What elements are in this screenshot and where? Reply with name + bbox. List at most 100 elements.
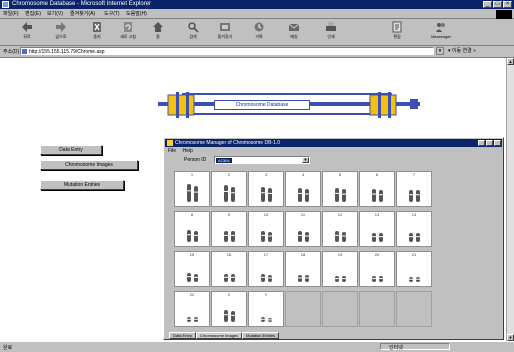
chromosome-number: 3 bbox=[264, 172, 268, 177]
mail-icon bbox=[288, 23, 300, 31]
dialog-close-button[interactable] bbox=[494, 140, 501, 146]
chromosome-pair-image bbox=[187, 184, 198, 202]
chromosome-cell-7[interactable]: 7 bbox=[396, 171, 432, 207]
chromosome-number: 15 bbox=[189, 252, 195, 257]
home-button[interactable]: 홈 bbox=[145, 21, 171, 43]
favorites-button[interactable]: 즐겨찾기 bbox=[212, 21, 238, 43]
maximize-button[interactable]: □ bbox=[493, 1, 502, 8]
print-button[interactable]: 인쇄 bbox=[318, 21, 344, 43]
stop-button[interactable]: 중지 bbox=[84, 21, 110, 43]
edit-button[interactable]: 편집 bbox=[384, 21, 410, 43]
chromosome-pair-image bbox=[409, 233, 420, 242]
close-button[interactable]: × bbox=[503, 1, 512, 8]
chromosome-pair-image bbox=[187, 317, 198, 322]
history-icon bbox=[254, 22, 264, 32]
dialog-title: Chromosome Manager of Chromosome DB-1.0 bbox=[175, 140, 281, 146]
address-input[interactable]: http://155.155.115.79/Chrome.asp bbox=[20, 47, 434, 55]
chromosome-images-button[interactable]: Chromosome Images bbox=[40, 160, 138, 170]
menu-edit[interactable]: 편집(E) bbox=[25, 10, 41, 17]
status-text: 완료 bbox=[3, 345, 13, 351]
chromosome-cell-11[interactable]: 11 bbox=[285, 211, 321, 247]
chromosome-cell-10[interactable]: 10 bbox=[248, 211, 284, 247]
chromosome-cell-15[interactable]: 15 bbox=[174, 251, 210, 287]
window-titlebar[interactable]: Chromosome Database - Microsoft Internet… bbox=[0, 0, 514, 9]
chromosome-cell-12[interactable]: 12 bbox=[322, 211, 358, 247]
menu-favorites[interactable]: 즐겨찾기(A) bbox=[70, 10, 95, 17]
chromosome-cell-22[interactable]: 22 bbox=[174, 291, 210, 327]
go-links[interactable]: ▾ 이동 연결 » bbox=[448, 47, 476, 54]
search-button[interactable]: 검색 bbox=[180, 21, 206, 43]
chromosome-cell-13[interactable]: 13 bbox=[359, 211, 395, 247]
back-button[interactable]: 뒤로 bbox=[14, 21, 40, 43]
mutation-entries-button[interactable]: Mutation Entries bbox=[40, 180, 124, 190]
dialog-menu-file[interactable]: File bbox=[168, 148, 176, 154]
chromosome-cell-20[interactable]: 20 bbox=[359, 251, 395, 287]
chromosome-number: 6 bbox=[375, 172, 379, 177]
menu-tools[interactable]: 도구(T) bbox=[104, 10, 120, 17]
chromosome-cell-16[interactable]: 16 bbox=[211, 251, 247, 287]
person-id-select[interactable]: A2304 ▼ bbox=[214, 156, 310, 164]
tab-chromosome-images[interactable]: Chromosome Images bbox=[195, 332, 243, 339]
chromosome-cell-1[interactable]: 1 bbox=[174, 171, 210, 207]
chromosome-cell-5[interactable]: 5 bbox=[322, 171, 358, 207]
dialog-minimize-button[interactable] bbox=[478, 140, 485, 146]
chromosome-cell-4[interactable]: 4 bbox=[285, 171, 321, 207]
chromosome-cell-Y[interactable]: Y bbox=[248, 291, 284, 327]
tab-mutation-entries[interactable]: Mutation Entries bbox=[242, 332, 280, 339]
chromosome-number: 7 bbox=[412, 172, 416, 177]
chromosome-number: 4 bbox=[301, 172, 305, 177]
dialog-maximize-button[interactable] bbox=[486, 140, 493, 146]
favorites-icon bbox=[220, 23, 230, 31]
mail-button[interactable]: 메일 bbox=[281, 21, 307, 43]
dialog-menubar: File Help bbox=[168, 148, 198, 154]
chromosome-number: 2 bbox=[227, 172, 231, 177]
chromosome-cell-9[interactable]: 9 bbox=[211, 211, 247, 247]
menu-view[interactable]: 보기(V) bbox=[47, 10, 63, 17]
toolbar: 뒤로 앞으로 중지 새로 고침 홈 검색 즐겨찾기 기록 메일 인쇄 편집 Me… bbox=[0, 19, 514, 46]
menu-file[interactable]: 파일(F) bbox=[3, 10, 19, 17]
address-dropdown-button[interactable]: ▾ bbox=[436, 47, 444, 55]
chromosome-pair-image bbox=[224, 310, 235, 322]
chromosome-cell-6[interactable]: 6 bbox=[359, 171, 395, 207]
chromosome-number: 20 bbox=[374, 252, 380, 257]
history-button[interactable]: 기록 bbox=[246, 21, 272, 43]
chromosome-pair-image bbox=[261, 187, 272, 202]
chromosome-cell-21[interactable]: 21 bbox=[396, 251, 432, 287]
chromosome-pair-image bbox=[335, 231, 346, 242]
chromosome-number: 11 bbox=[300, 212, 306, 217]
chromosome-cell-3[interactable]: 3 bbox=[248, 171, 284, 207]
chromosome-number: 14 bbox=[411, 212, 417, 217]
scroll-down-arrow-icon[interactable]: ▼ bbox=[507, 334, 514, 341]
chromosome-cell-14[interactable]: 14 bbox=[396, 211, 432, 247]
security-zone: 인터넷 bbox=[380, 343, 450, 351]
vertical-scrollbar[interactable]: ▲ ▼ bbox=[506, 58, 514, 341]
window-title: Chromosome Database - Microsoft Internet… bbox=[12, 1, 152, 7]
data-entry-button[interactable]: Data Entry bbox=[40, 145, 102, 155]
scroll-up-arrow-icon[interactable]: ▲ bbox=[507, 58, 514, 65]
chromosome-pair-image bbox=[224, 274, 235, 282]
tab-data-entry[interactable]: Data Entry bbox=[169, 332, 196, 339]
minimize-button[interactable]: _ bbox=[483, 1, 492, 8]
edit-icon bbox=[392, 21, 402, 33]
chevron-down-icon[interactable]: ▼ bbox=[302, 157, 309, 163]
chromosome-number: X bbox=[227, 292, 231, 297]
messenger-button[interactable]: Messenger bbox=[424, 21, 458, 43]
chromosome-cell-8[interactable]: 8 bbox=[174, 211, 210, 247]
chromosome-cell-18[interactable]: 18 bbox=[285, 251, 321, 287]
address-label: 주소(D) bbox=[3, 49, 20, 55]
chromosome-cell-2[interactable]: 2 bbox=[211, 171, 247, 207]
chromosome-cell-X[interactable]: X bbox=[211, 291, 247, 327]
chromosome-pair-image bbox=[298, 275, 309, 282]
dialog-titlebar[interactable]: Chromosome Manager of Chromosome DB-1.0 bbox=[165, 139, 502, 147]
empty-cell bbox=[396, 291, 432, 327]
chromosome-cell-17[interactable]: 17 bbox=[248, 251, 284, 287]
search-icon bbox=[188, 22, 199, 33]
menu-help[interactable]: 도움말(H) bbox=[126, 10, 147, 17]
chromosome-number: 13 bbox=[374, 212, 380, 217]
chromosome-pair-image bbox=[298, 231, 309, 242]
chromosome-cell-19[interactable]: 19 bbox=[322, 251, 358, 287]
refresh-button[interactable]: 새로 고침 bbox=[115, 21, 141, 43]
forward-button[interactable]: 앞으로 bbox=[48, 21, 74, 43]
dialog-menu-help[interactable]: Help bbox=[182, 148, 192, 154]
chromosome-number: 17 bbox=[263, 252, 269, 257]
